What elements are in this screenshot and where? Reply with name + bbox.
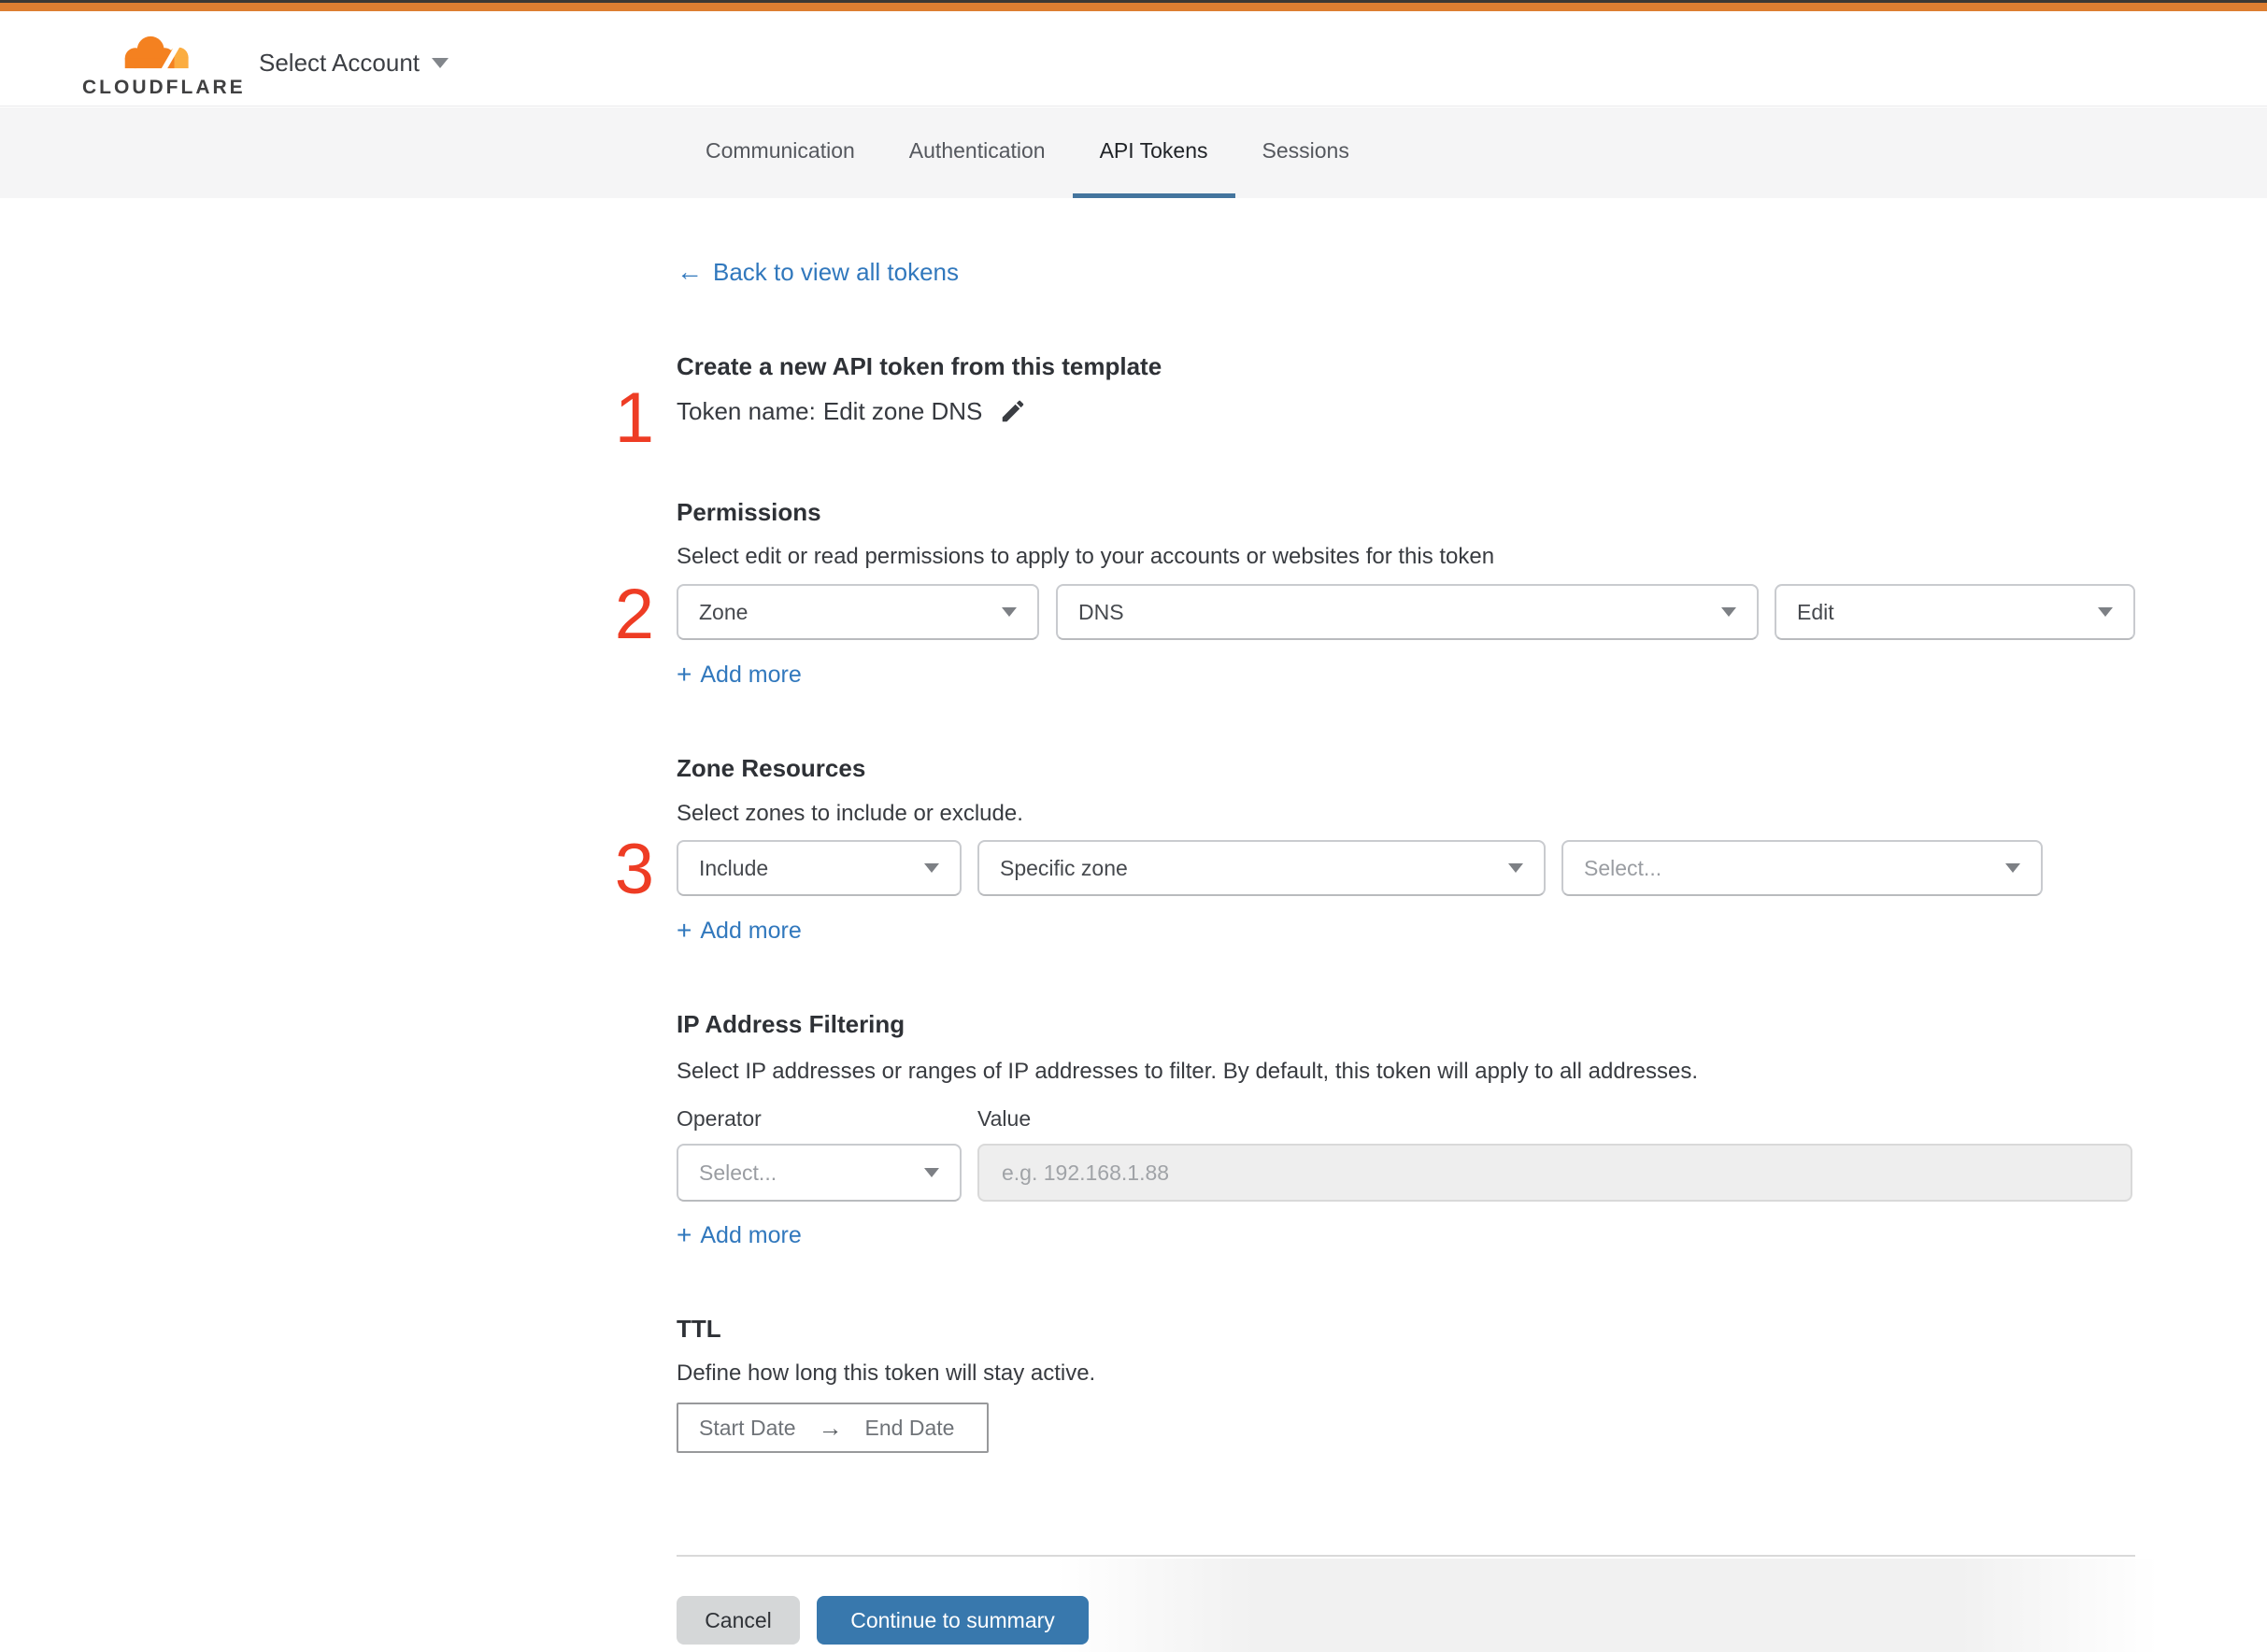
back-arrow-icon: ←: [677, 257, 703, 286]
plus-icon: +: [677, 916, 692, 945]
permissions-add-more-link[interactable]: + Add more: [677, 659, 802, 691]
value-label: Value: [977, 1106, 1032, 1131]
step-3-marker: 3: [614, 830, 654, 909]
ttl-heading: TTL: [677, 1315, 721, 1343]
token-name-line: Token name: Edit zone DNS: [677, 395, 1027, 427]
plus-icon: +: [677, 1220, 692, 1249]
operator-select-placeholder: Select...: [699, 1160, 777, 1185]
footer-buttons: Cancel Continue to summary: [677, 1596, 1089, 1645]
create-token-heading: Create a new API token from this templat…: [677, 352, 1162, 380]
caret-down-icon: [2005, 863, 2020, 873]
operator-label: Operator: [677, 1106, 762, 1131]
permission-scope-value: Zone: [699, 599, 749, 624]
step-2-marker: 2: [614, 575, 654, 654]
zone-resources-dropdown-row: Include Specific zone Select...: [677, 840, 2043, 896]
cloudflare-logo[interactable]: CLOUDFLARE: [82, 19, 246, 108]
add-more-label: Add more: [700, 662, 802, 688]
back-link-label: Back to view all tokens: [713, 258, 960, 286]
zone-select-placeholder: Select...: [1584, 855, 1662, 880]
tab-sessions[interactable]: Sessions: [1235, 107, 1376, 198]
caret-down-icon: [1721, 607, 1736, 617]
account-selector-label: Select Account: [259, 48, 420, 77]
step-1-marker: 1: [614, 378, 654, 458]
ttl-description: Define how long this token will stay act…: [677, 1360, 1096, 1386]
add-more-label: Add more: [700, 918, 802, 944]
add-more-label: Add more: [700, 1222, 802, 1248]
caret-down-icon: [924, 863, 939, 873]
edit-token-name-button[interactable]: [999, 397, 1027, 425]
start-date-label: Start Date: [699, 1415, 796, 1440]
tab-bar: Communication Authentication API Tokens …: [0, 107, 2267, 198]
page: CLOUDFLARE Select Account Communication …: [0, 0, 2267, 1652]
plus-icon: +: [677, 660, 692, 689]
ip-filtering-row: Select...: [677, 1144, 2132, 1202]
tab-authentication[interactable]: Authentication: [882, 107, 1073, 198]
caret-down-icon: [1508, 863, 1523, 873]
cancel-button[interactable]: Cancel: [677, 1596, 800, 1645]
footer-shade: [1056, 1559, 2159, 1652]
permissions-dropdown-row: Zone DNS Edit: [677, 584, 2135, 640]
operator-select-dropdown[interactable]: Select...: [677, 1144, 962, 1202]
permission-access-value: Edit: [1797, 599, 1834, 624]
ip-value-input[interactable]: [977, 1144, 2132, 1202]
permission-access-dropdown[interactable]: Edit: [1775, 584, 2135, 640]
edit-pencil-icon: [1003, 400, 1024, 422]
ip-filtering-heading: IP Address Filtering: [677, 1010, 905, 1038]
tab-api-tokens[interactable]: API Tokens: [1072, 107, 1235, 198]
tab-communication[interactable]: Communication: [678, 107, 882, 198]
zone-select-dropdown[interactable]: Select...: [1561, 840, 2043, 896]
zone-resources-heading: Zone Resources: [677, 754, 866, 782]
caret-down-icon: [924, 1168, 939, 1177]
cloudflare-cloud-icon: [112, 36, 202, 71]
continue-to-summary-button[interactable]: Continue to summary: [817, 1596, 1089, 1645]
caret-down-icon: [2098, 607, 2113, 617]
zone-type-dropdown[interactable]: Specific zone: [977, 840, 1546, 896]
ip-filtering-description: Select IP addresses or ranges of IP addr…: [677, 1059, 1699, 1084]
zone-resources-description: Select zones to include or exclude.: [677, 801, 1023, 826]
tabs: Communication Authentication API Tokens …: [678, 107, 1376, 198]
ip-filtering-add-more-link[interactable]: + Add more: [677, 1219, 802, 1251]
caret-down-icon: [1002, 607, 1017, 617]
chevron-down-icon: [432, 57, 449, 68]
zone-include-dropdown[interactable]: Include: [677, 840, 962, 896]
back-to-tokens-link[interactable]: ← Back to view all tokens: [677, 256, 959, 288]
permission-service-dropdown[interactable]: DNS: [1056, 584, 1759, 640]
ttl-date-range-picker[interactable]: Start Date → End Date: [677, 1403, 989, 1453]
cloudflare-wordmark: CLOUDFLARE: [82, 77, 246, 98]
right-arrow-icon: →: [818, 1413, 843, 1442]
header: CLOUDFLARE Select Account: [0, 11, 2267, 107]
zone-type-value: Specific zone: [1000, 855, 1128, 880]
zone-include-value: Include: [699, 855, 769, 880]
permissions-description: Select edit or read permissions to apply…: [677, 544, 1495, 569]
permissions-heading: Permissions: [677, 498, 821, 526]
footer-divider: [677, 1555, 2135, 1557]
end-date-label: End Date: [864, 1415, 955, 1440]
top-orange-bar: [0, 3, 2267, 11]
token-name-label: Token name:: [677, 397, 816, 425]
permission-scope-dropdown[interactable]: Zone: [677, 584, 1039, 640]
zone-resources-add-more-link[interactable]: + Add more: [677, 915, 802, 947]
token-name-value: Edit zone DNS: [822, 397, 983, 425]
permission-service-value: DNS: [1078, 599, 1124, 624]
account-selector[interactable]: Select Account: [259, 44, 449, 81]
